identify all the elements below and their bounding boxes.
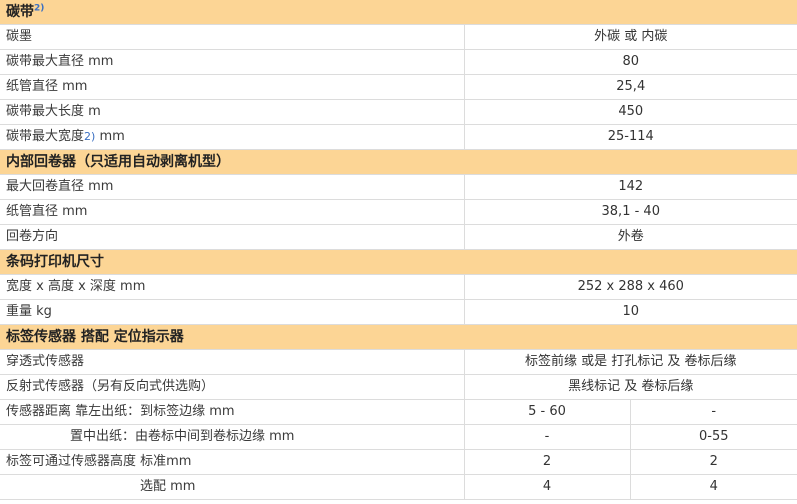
row-label: 重量 kg [0,299,464,325]
row-value: 25-114 [463,124,797,150]
row-label: 碳带最大长度 m [0,99,464,125]
row-label: 传感器距离 靠左出纸：到标签边缘 mm [0,399,464,425]
table-row: 标签可通过传感器高度 标准mm 2 2 [0,449,797,475]
row-label: 回卷方向 [0,224,464,250]
row-label: 最大回卷直径 mm [0,174,464,200]
section-rewinder-title: 内部回卷器（只适用自动剥离机型） [0,149,797,175]
section-ribbon-title: 碳带2) [0,0,797,25]
row-value: 25,4 [463,74,797,100]
row-label: 碳带最大直径 mm [0,49,464,75]
row-value-right: 2 [629,449,797,475]
row-value: 252 x 288 x 460 [463,274,797,300]
row-value: 标签前缘 或是 打孔标记 及 卷标后缘 [463,349,797,375]
row-value-right: 4 [629,474,797,500]
footnote-ref[interactable]: 2) [84,130,95,143]
row-label: 碳带最大宽度2) mm [0,124,464,150]
table-row: 穿透式传感器 标签前缘 或是 打孔标记 及 卷标后缘 [0,349,797,375]
row-value-right: - [629,399,797,425]
row-label: 穿透式传感器 [0,349,464,375]
section-rewinder-header: 内部回卷器（只适用自动剥离机型） [0,149,797,175]
row-label: 置中出纸：由卷标中间到卷标边缘 mm [0,424,464,450]
row-label: 反射式传感器（另有反向式供选购） [0,374,464,400]
row-value: 142 [463,174,797,200]
row-value-left: 2 [463,449,630,475]
row-value-left: 5 - 60 [463,399,630,425]
section-printer-header: 条码打印机尺寸 [0,249,797,275]
table-row: 反射式传感器（另有反向式供选购） 黑线标记 及 卷标后缘 [0,374,797,400]
table-row: 回卷方向 外卷 [0,224,797,250]
section-sensor-header: 标签传感器 搭配 定位指示器 [0,324,797,350]
table-row: 碳墨 外碳 或 内碳 [0,24,797,50]
table-row: 传感器距离 靠左出纸：到标签边缘 mm 5 - 60 - [0,399,797,425]
row-label: 纸管直径 mm [0,74,464,100]
row-value: 10 [463,299,797,325]
section-printer-title: 条码打印机尺寸 [0,249,797,275]
table-row: 纸管直径 mm 25,4 [0,74,797,100]
table-row: 碳带最大直径 mm 80 [0,49,797,75]
row-value: 黑线标记 及 卷标后缘 [463,374,797,400]
table-row: 选配 mm 4 4 [0,474,797,500]
row-value: 38,1 - 40 [463,199,797,225]
row-label: 碳墨 [0,24,464,50]
row-value: 外碳 或 内碳 [463,24,797,50]
row-label: 宽度 x 高度 x 深度 mm [0,274,464,300]
row-value: 外卷 [463,224,797,250]
table-row: 置中出纸：由卷标中间到卷标边缘 mm - 0-55 [0,424,797,450]
section-sensor-title: 标签传感器 搭配 定位指示器 [0,324,797,350]
table-row: 碳带最大长度 m 450 [0,99,797,125]
table-row: 最大回卷直径 mm 142 [0,174,797,200]
row-value-right: 0-55 [629,424,797,450]
row-label: 标签可通过传感器高度 标准mm [0,449,464,475]
table-row: 纸管直径 mm 38,1 - 40 [0,199,797,225]
footnote-ref[interactable]: 2) [34,3,44,13]
spec-table: 碳带2) 碳墨 外碳 或 内碳 碳带最大直径 mm 80 纸管直径 mm 25,… [0,0,797,500]
row-label: 选配 mm [0,474,464,500]
row-value: 80 [463,49,797,75]
row-value-left: - [463,424,630,450]
row-label: 纸管直径 mm [0,199,464,225]
row-value: 450 [463,99,797,125]
table-row: 宽度 x 高度 x 深度 mm 252 x 288 x 460 [0,274,797,300]
row-value-left: 4 [463,474,630,500]
section-ribbon-header: 碳带2) [0,0,797,25]
table-row: 重量 kg 10 [0,299,797,325]
table-row: 碳带最大宽度2) mm 25-114 [0,124,797,150]
